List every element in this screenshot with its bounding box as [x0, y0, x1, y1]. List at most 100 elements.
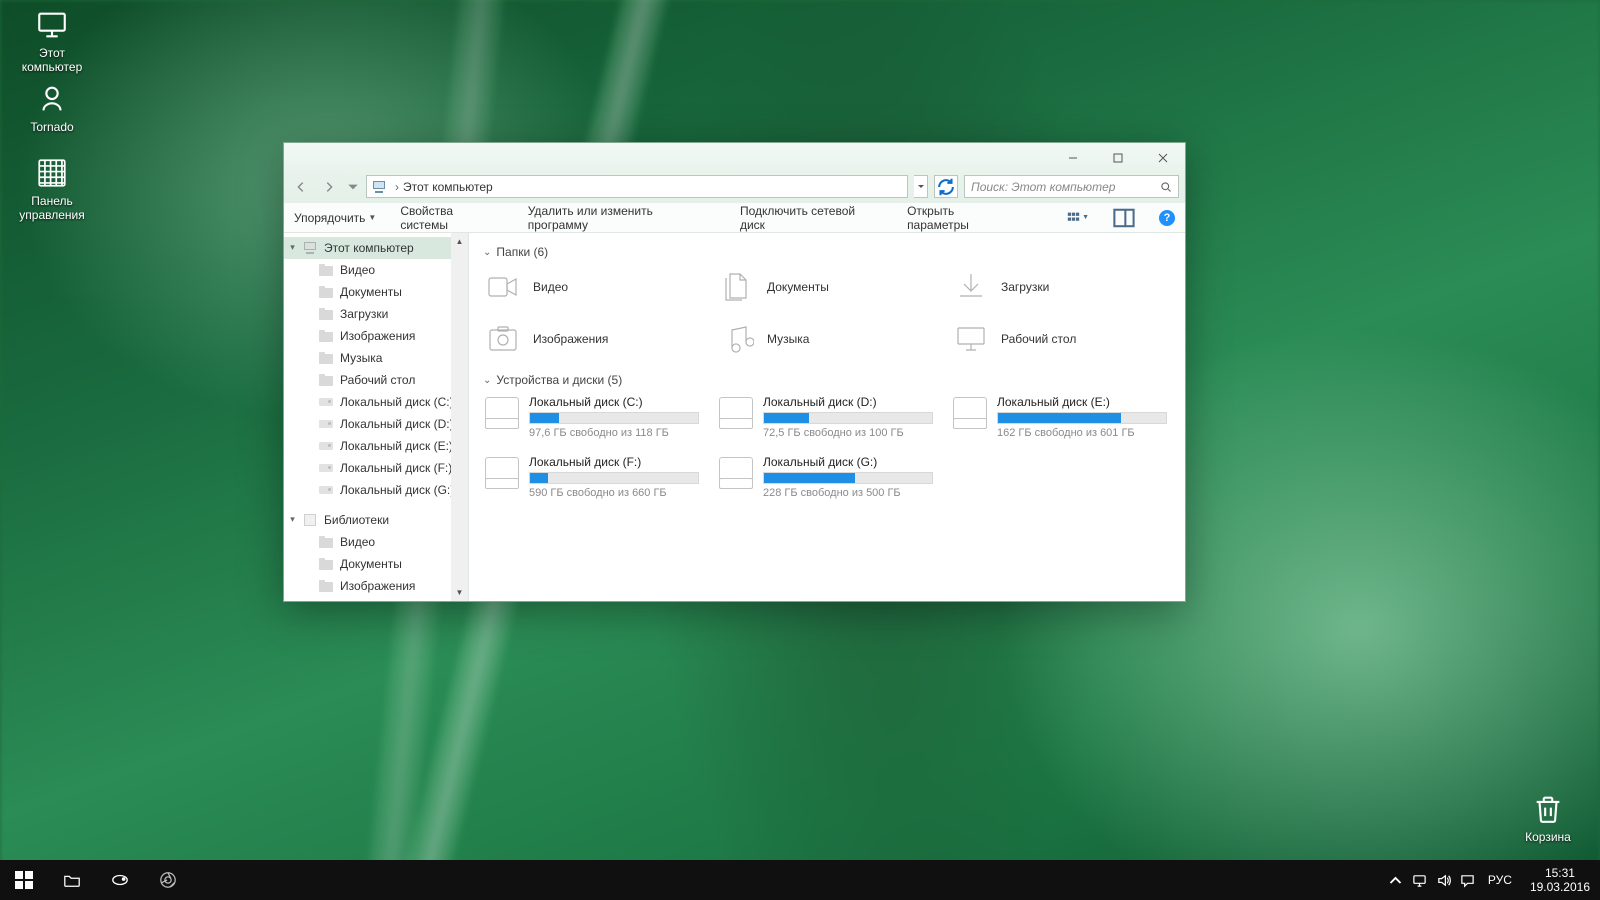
- drive-item-4[interactable]: Локальный диск (G:) 228 ГБ свободно из 50…: [717, 455, 937, 499]
- address-bar-row: › Этот компьютер: [284, 173, 1185, 203]
- folder-item-music[interactable]: Музыка: [717, 319, 937, 359]
- folder-item-videos[interactable]: Видео: [483, 267, 703, 307]
- drive-icon: [717, 455, 755, 491]
- scroll-down-icon[interactable]: ▼: [451, 584, 468, 601]
- search-icon: [1160, 181, 1172, 193]
- folder-item-downloads[interactable]: Загрузки: [951, 267, 1171, 307]
- sidebar-item-lib-pictures[interactable]: Изображения: [284, 575, 468, 597]
- command-bar: Упорядочить▼ Свойства системы Удалить ил…: [284, 203, 1185, 233]
- drives-group-header[interactable]: ⌄Устройства и диски (5): [483, 373, 1171, 387]
- nav-recent-dropdown[interactable]: [346, 176, 360, 198]
- drive-name: Локальный диск (G:): [763, 455, 937, 469]
- desktop-icon-recycle-bin[interactable]: Корзина: [1508, 792, 1588, 844]
- folder-item-documents[interactable]: Документы: [717, 267, 937, 307]
- drive-icon: [318, 438, 334, 454]
- view-options-button[interactable]: ▼: [1067, 207, 1089, 229]
- map-network-drive-button[interactable]: Подключить сетевой диск: [740, 204, 883, 232]
- drive-item-3[interactable]: Локальный диск (F:)590 ГБ свободно из 66…: [483, 455, 703, 499]
- sidebar-item-videos[interactable]: Видео: [284, 259, 468, 281]
- tray-volume-icon[interactable]: [1432, 860, 1456, 900]
- downloads-folder-icon: [951, 269, 991, 305]
- sidebar-item-downloads[interactable]: Загрузки: [284, 303, 468, 325]
- folder-icon: [318, 372, 334, 388]
- sidebar-item-disk-g[interactable]: Локальный диск (G:): [284, 479, 468, 501]
- expand-icon[interactable]: ▾: [288, 515, 297, 524]
- folder-item-pictures[interactable]: Изображения: [483, 319, 703, 359]
- taskbar-app1-button[interactable]: [96, 860, 144, 900]
- tray-network-icon[interactable]: [1408, 860, 1432, 900]
- sidebar-item-disk-e[interactable]: Локальный диск (E:): [284, 435, 468, 457]
- preview-pane-button[interactable]: [1113, 207, 1135, 229]
- drive-icon: [951, 395, 989, 431]
- expand-icon[interactable]: ▾: [288, 243, 297, 252]
- explorer-window: › Этот компьютер Упорядочить▼ Свойства с…: [283, 142, 1186, 602]
- drive-icon: [318, 482, 334, 498]
- drive-item-0[interactable]: Локальный диск (C:)97,6 ГБ свободно из 1…: [483, 395, 703, 439]
- sidebar-item-lib-videos[interactable]: Видео: [284, 531, 468, 553]
- window-titlebar[interactable]: [284, 143, 1185, 173]
- organize-menu[interactable]: Упорядочить▼: [294, 211, 376, 225]
- refresh-button[interactable]: [934, 175, 958, 198]
- drive-usage-bar: [763, 412, 933, 424]
- help-button[interactable]: ?: [1159, 210, 1175, 226]
- search-box[interactable]: [964, 175, 1179, 198]
- tornado-icon: [35, 82, 69, 116]
- scroll-up-icon[interactable]: ▲: [451, 233, 468, 250]
- sidebar-item-desktop[interactable]: Рабочий стол: [284, 369, 468, 391]
- nav-forward-button[interactable]: [318, 176, 340, 198]
- desktop-icon-tornado[interactable]: Tornado: [12, 82, 92, 134]
- sidebar-item-libraries[interactable]: ▾Библиотеки: [284, 509, 468, 531]
- folder-icon: [318, 306, 334, 322]
- folder-icon: [318, 284, 334, 300]
- address-history-dropdown[interactable]: [914, 175, 928, 198]
- start-button[interactable]: [0, 860, 48, 900]
- desktop-icon-label-line1: Панель: [12, 194, 92, 208]
- sidebar-item-music[interactable]: Музыка: [284, 347, 468, 369]
- breadcrumb-current: Этот компьютер: [403, 180, 493, 194]
- drive-item-2[interactable]: Локальный диск (E:)162 ГБ свободно из 60…: [951, 395, 1171, 439]
- nav-back-button[interactable]: [290, 176, 312, 198]
- tray-expand-button[interactable]: [1384, 860, 1408, 900]
- scroll-track[interactable]: [451, 250, 468, 584]
- taskbar-clock[interactable]: 15:31 19.03.2016: [1520, 860, 1600, 900]
- folder-icon: [318, 534, 334, 550]
- drive-item-1[interactable]: Локальный диск (D:)72,5 ГБ свободно из 1…: [717, 395, 937, 439]
- language-indicator[interactable]: РУС: [1480, 860, 1520, 900]
- sidebar-item-disk-f[interactable]: Локальный диск (F:): [284, 457, 468, 479]
- desktop-icon-label: Tornado: [12, 120, 92, 134]
- sidebar-item-disk-d[interactable]: Локальный диск (D:): [284, 413, 468, 435]
- folder-item-desktop[interactable]: Рабочий стол: [951, 319, 1171, 359]
- navigation-pane: ▾Этот компьютер Видео Документы Загрузки…: [284, 233, 469, 601]
- desktop-icon-this-pc[interactable]: Этот компьютер: [12, 8, 92, 74]
- address-bar[interactable]: › Этот компьютер: [366, 175, 908, 198]
- computer-icon: [371, 179, 387, 195]
- video-folder-icon: [483, 269, 523, 305]
- sidebar-item-this-pc[interactable]: ▾Этот компьютер: [284, 237, 468, 259]
- drive-icon: [483, 455, 521, 491]
- desktop-icon-control-panel[interactable]: Панель управления: [12, 156, 92, 222]
- sidebar-item-disk-c[interactable]: Локальный диск (C:): [284, 391, 468, 413]
- taskbar-chrome-button[interactable]: [144, 860, 192, 900]
- uninstall-program-button[interactable]: Удалить или изменить программу: [528, 204, 716, 232]
- chevron-down-icon: ▼: [368, 213, 376, 222]
- trash-icon: [1531, 792, 1565, 826]
- search-input[interactable]: [971, 180, 1160, 194]
- folders-group-header[interactable]: ⌄Папки (6): [483, 245, 1171, 259]
- desktop-icon-label: Корзина: [1508, 830, 1588, 844]
- minimize-button[interactable]: [1050, 143, 1095, 173]
- open-settings-button[interactable]: Открыть параметры: [907, 204, 1019, 232]
- drive-name: Локальный диск (D:): [763, 395, 937, 409]
- sidebar-scrollbar[interactable]: ▲ ▼: [451, 233, 468, 601]
- taskbar-explorer-button[interactable]: [48, 860, 96, 900]
- chevron-down-icon: ⌄: [483, 375, 491, 386]
- sidebar-item-documents[interactable]: Документы: [284, 281, 468, 303]
- sidebar-item-lib-documents[interactable]: Документы: [284, 553, 468, 575]
- maximize-button[interactable]: [1095, 143, 1140, 173]
- drive-usage-bar: [763, 472, 933, 484]
- tray-action-center-icon[interactable]: [1456, 860, 1480, 900]
- close-button[interactable]: [1140, 143, 1185, 173]
- system-properties-button[interactable]: Свойства системы: [400, 204, 503, 232]
- sidebar-item-pictures[interactable]: Изображения: [284, 325, 468, 347]
- drive-free-text: 97,6 ГБ свободно из 118 ГБ: [529, 427, 703, 439]
- drive-free-text: 228 ГБ свободно из 500 ГБ: [763, 487, 937, 499]
